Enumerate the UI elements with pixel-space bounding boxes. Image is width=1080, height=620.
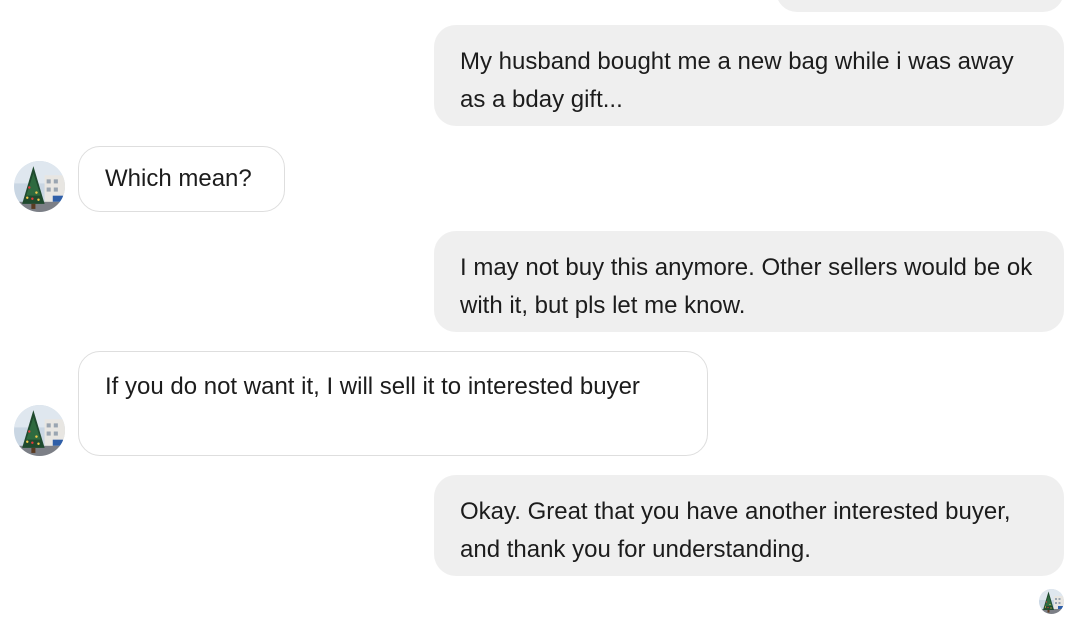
outgoing-message-bubble: My husband bought me a new bag while i w… (434, 25, 1064, 126)
christmas-tree-photo-icon (14, 161, 65, 212)
outgoing-message-bubble (776, 0, 1064, 12)
message-text: My husband bought me a new bag while i w… (460, 48, 1014, 113)
seen-avatar-icon (1039, 589, 1064, 614)
sender-avatar[interactable] (14, 405, 65, 456)
message-text: I may not buy this anymore. Other seller… (460, 254, 1033, 319)
incoming-message-bubble: If you do not want it, I will sell it to… (78, 351, 708, 456)
christmas-tree-photo-icon (14, 405, 65, 456)
incoming-message-bubble: Which mean? (78, 146, 285, 212)
outgoing-message-bubble: Okay. Great that you have another intere… (434, 475, 1064, 576)
message-text: Which mean? (105, 165, 252, 192)
christmas-tree-photo-icon (1039, 589, 1064, 614)
message-text: If you do not want it, I will sell it to… (105, 373, 640, 400)
outgoing-message-bubble: I may not buy this anymore. Other seller… (434, 231, 1064, 332)
message-text: Okay. Great that you have another intere… (460, 498, 1011, 563)
sender-avatar[interactable] (14, 161, 65, 212)
